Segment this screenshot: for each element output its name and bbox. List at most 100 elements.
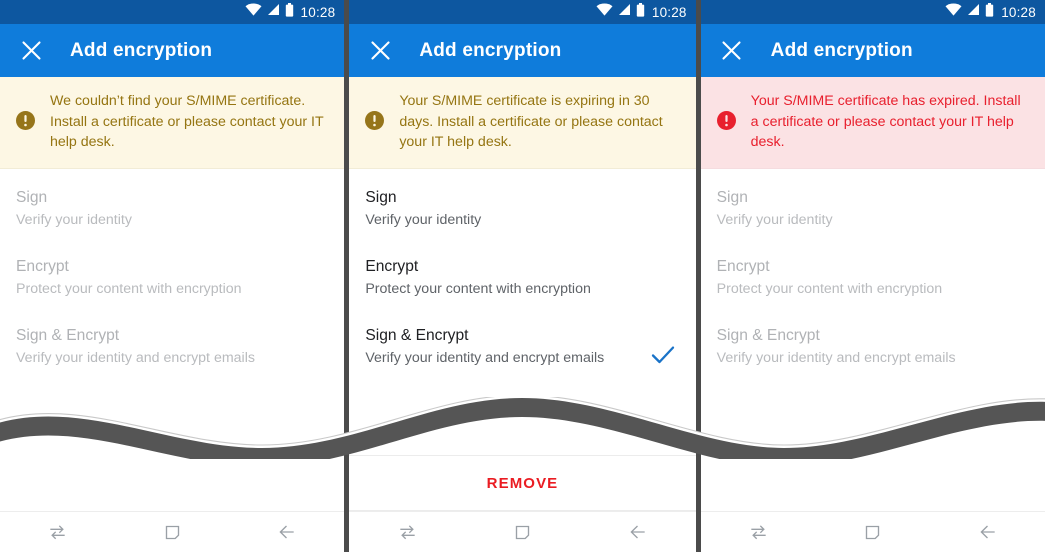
option-row-encrypt: Encrypt Protect your content with encryp…: [0, 256, 344, 325]
status-bar-clock: 10:28: [300, 4, 336, 20]
option-row-sign: Sign Verify your identity: [701, 187, 1045, 256]
banner-message: Your S/MIME certificate has expired. Ins…: [750, 93, 1021, 150]
battery-icon: [636, 2, 645, 22]
option-row-encrypt: Encrypt Protect your content with encryp…: [701, 256, 1045, 325]
recent-apps-icon: [399, 524, 415, 539]
banner-message: Your S/MIME certificate is expiring in 3…: [399, 93, 663, 150]
close-icon: [722, 41, 741, 60]
option-title: Sign & Encrypt: [16, 326, 120, 344]
app-bar: Add encryption: [349, 24, 696, 77]
wifi-icon: [945, 3, 962, 21]
selected-check-icon: [651, 345, 675, 370]
encryption-options-list: Sign Verify your identity Encrypt Protec…: [701, 169, 1045, 394]
banner-message: We couldn’t find your S/MIME certificate…: [50, 93, 324, 150]
option-subtitle: Protect your content with encryption: [716, 280, 943, 297]
home-button[interactable]: [843, 512, 903, 552]
option-subtitle: Verify your identity: [16, 211, 132, 228]
battery-icon: [985, 2, 994, 22]
option-subtitle: Protect your content with encryption: [16, 280, 242, 297]
remove-button-label: REMOVE: [486, 474, 559, 492]
back-arrow-icon: [630, 525, 645, 539]
option-row-sign-and-encrypt: Sign & Encrypt Verify your identity and …: [701, 325, 1045, 394]
encryption-options-list: Sign Verify your identity Encrypt Protec…: [349, 169, 695, 394]
panel-expiring-certificate: 10:28 Add encryption Your S/MIME certifi…: [349, 0, 696, 552]
option-subtitle: Verify your identity and encrypt emails: [365, 349, 605, 366]
option-title: Encrypt: [365, 257, 419, 275]
panel-expired-certificate: 10:28 Add encryption Your S/MIME certifi…: [700, 0, 1045, 552]
option-row-sign-and-encrypt[interactable]: Sign & Encrypt Verify your identity and …: [349, 325, 695, 394]
status-bar: 10:28: [349, 0, 696, 24]
remove-button[interactable]: REMOVE: [349, 455, 696, 511]
page-title: Add encryption: [70, 39, 213, 61]
signal-icon: [267, 3, 280, 21]
option-title: Sign & Encrypt: [365, 326, 469, 344]
status-bar-clock: 10:28: [1001, 4, 1036, 20]
android-nav-bar: [700, 511, 1045, 552]
screenshot-root: 10:28 Add encryption We couldn’t find yo…: [0, 0, 1045, 552]
close-icon: [21, 41, 41, 60]
recent-apps-button[interactable]: [728, 512, 788, 552]
option-subtitle: Protect your content with encryption: [365, 280, 591, 297]
warning-circle-icon: [365, 111, 385, 135]
status-bar-icons: [596, 2, 645, 22]
page-title: Add encryption: [419, 39, 562, 61]
app-bar: Add encryption: [0, 24, 345, 77]
home-square-icon: [866, 525, 880, 539]
certificate-banner: We couldn’t find your S/MIME certificate…: [0, 77, 345, 168]
option-subtitle: Verify your identity: [716, 211, 833, 228]
close-icon: [371, 41, 390, 60]
android-nav-bar: [349, 511, 696, 552]
encryption-options-list: Sign Verify your identity Encrypt Protec…: [0, 169, 344, 394]
option-subtitle: Verify your identity and encrypt emails: [716, 349, 956, 366]
back-button[interactable]: [958, 512, 1018, 552]
option-title: Sign: [716, 188, 748, 206]
home-square-icon: [165, 525, 179, 539]
option-subtitle: Verify your identity: [365, 211, 482, 228]
option-row-sign[interactable]: Sign Verify your identity: [349, 187, 695, 256]
status-bar: 10:28: [700, 0, 1045, 24]
warning-circle-icon: [16, 111, 36, 135]
back-arrow-icon: [979, 525, 995, 539]
option-row-sign-and-encrypt: Sign & Encrypt Verify your identity and …: [0, 325, 344, 394]
recent-apps-button[interactable]: [27, 512, 87, 552]
close-button[interactable]: [14, 34, 48, 68]
wifi-icon: [596, 3, 613, 21]
option-title: Sign: [365, 188, 397, 206]
option-title: Sign & Encrypt: [716, 326, 820, 344]
home-button[interactable]: [492, 512, 552, 552]
back-arrow-icon: [279, 525, 294, 539]
recent-apps-icon: [50, 524, 65, 539]
close-button[interactable]: [363, 34, 397, 68]
status-bar: 10:28: [0, 0, 345, 24]
option-title: Encrypt: [716, 257, 770, 275]
app-bar: Add encryption: [700, 24, 1045, 77]
status-bar-clock: 10:28: [651, 4, 687, 20]
android-nav-bar: [0, 511, 345, 552]
status-bar-icons: [245, 2, 294, 22]
recent-apps-icon: [750, 524, 766, 539]
back-button[interactable]: [608, 512, 668, 552]
status-bar-icons: [945, 2, 994, 22]
signal-icon: [618, 3, 631, 21]
battery-icon: [285, 2, 294, 22]
back-button[interactable]: [257, 512, 317, 552]
wifi-icon: [245, 3, 262, 21]
panel-missing-certificate: 10:28 Add encryption We couldn’t find yo…: [0, 0, 345, 552]
home-square-icon: [515, 525, 530, 539]
error-circle-icon: [716, 111, 737, 135]
page-title: Add encryption: [770, 39, 913, 61]
option-row-sign: Sign Verify your identity: [0, 187, 344, 256]
certificate-banner: Your S/MIME certificate is expiring in 3…: [349, 77, 696, 168]
close-button[interactable]: [715, 34, 749, 68]
home-button[interactable]: [142, 512, 202, 552]
signal-icon: [967, 3, 980, 21]
recent-apps-button[interactable]: [377, 512, 437, 552]
option-row-encrypt[interactable]: Encrypt Protect your content with encryp…: [349, 256, 695, 325]
option-title: Sign: [16, 188, 48, 206]
option-title: Encrypt: [16, 257, 69, 275]
option-subtitle: Verify your identity and encrypt emails: [16, 349, 255, 366]
certificate-banner: Your S/MIME certificate has expired. Ins…: [700, 77, 1045, 168]
